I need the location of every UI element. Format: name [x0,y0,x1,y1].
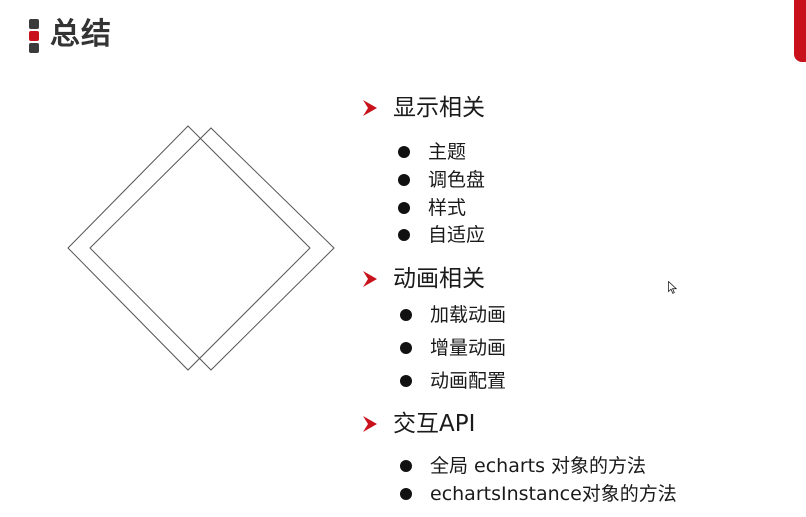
section-heading-label: 交互API [393,411,476,437]
list-item-text: 增量动画 [430,337,507,359]
list-item: 动画配置 [400,369,506,393]
list-item-text: 动画配置 [430,370,507,392]
diamond-outline-right [89,127,335,371]
red-chevron-arrow-icon [363,416,377,432]
diamond-outline-left [67,125,311,371]
list-item: 调色盘 [398,168,485,192]
section-heading-label: 显示相关 [393,95,485,121]
list-item: 全局 echarts 对象的方法 [400,454,646,478]
bullet-dot-icon [398,229,410,241]
red-chevron-arrow-icon [363,100,377,116]
title-marker-bar-bottom [29,43,39,53]
bullet-dot-icon [400,488,412,500]
bullet-dot-icon [400,342,412,354]
overlapping-diamonds-graphic [67,125,335,371]
list-item-text: 全局 echarts 对象的方法 [430,455,647,477]
section-heading-display: 显示相关 [362,94,485,122]
bullet-dot-icon [400,375,412,387]
title-marker-bar-top [29,19,39,29]
bullet-dot-icon [400,460,412,472]
list-item: echartsInstance对象的方法 [400,482,677,506]
list-item: 自适应 [398,223,485,247]
page-title: 总结 [50,17,112,52]
list-item-text: 调色盘 [428,169,486,191]
title-marker-bar-middle [29,31,39,41]
corner-accent-tab [794,0,806,62]
list-item: 增量动画 [400,336,506,360]
bullet-dot-icon [398,174,410,186]
list-item-text: 主题 [428,141,467,163]
list-item-text: 自适应 [428,224,486,246]
section-heading-interaction-api: 交互API [362,410,475,438]
section-heading-animation: 动画相关 [362,265,485,293]
title-marker-icon [29,19,39,53]
list-item-text: 加载动画 [430,304,507,326]
list-item: 加载动画 [400,303,506,327]
bullet-dot-icon [398,202,410,214]
list-item: 样式 [398,196,466,220]
list-item: 主题 [398,140,466,164]
red-chevron-arrow-icon [363,271,377,287]
list-item-text: 样式 [428,197,467,219]
mouse-pointer-icon [668,281,677,294]
bullet-dot-icon [398,146,410,158]
bullet-dot-icon [400,309,412,321]
list-item-text: echartsInstance对象的方法 [430,483,677,505]
section-heading-label: 动画相关 [393,266,485,292]
